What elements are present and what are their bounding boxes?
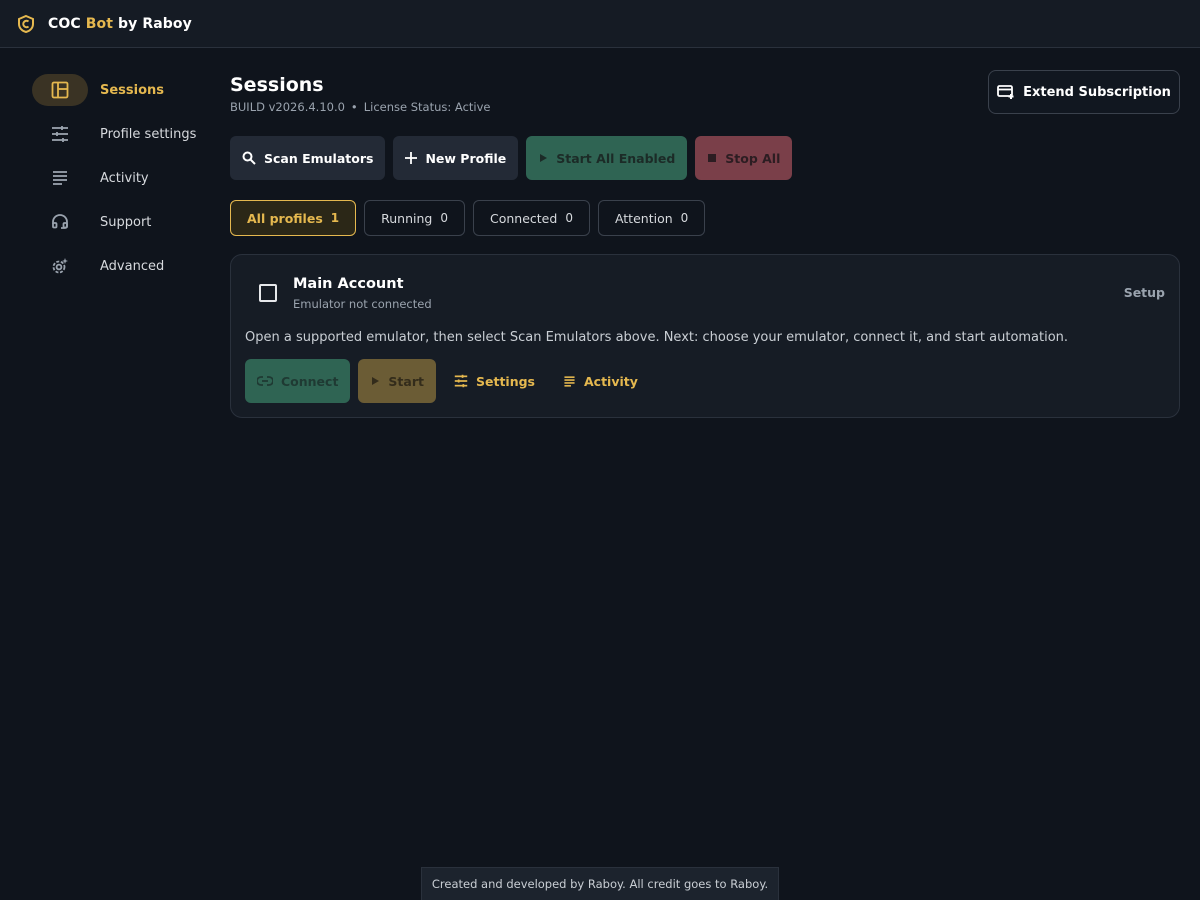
extend-subscription-button[interactable]: Extend Subscription (988, 70, 1180, 114)
start-all-enabled-button[interactable]: Start All Enabled (526, 136, 688, 180)
headset-icon (32, 206, 88, 238)
main-content: Sessions BUILD v2026.4.10.0 • License St… (230, 70, 1180, 418)
filter-label: All profiles (247, 210, 323, 226)
sidebar-item-label: Profile settings (100, 126, 197, 142)
filter-connected[interactable]: Connected 0 (473, 200, 590, 236)
card-plus-icon (997, 84, 1015, 100)
filter-count: 0 (440, 211, 448, 225)
scan-emulators-button[interactable]: Scan Emulators (230, 136, 386, 180)
filter-attention[interactable]: Attention 0 (597, 200, 706, 236)
stop-all-button[interactable]: Stop All (695, 136, 793, 180)
filter-count: 0 (565, 211, 573, 225)
start-label: Start (388, 373, 424, 389)
filter-label: Running (381, 210, 433, 226)
setup-link[interactable]: Setup (1124, 285, 1165, 300)
sliders-icon (32, 118, 88, 150)
sidebar-item-label: Support (100, 214, 152, 230)
sidebar-item-activity[interactable]: Activity (32, 156, 212, 200)
filter-label: Connected (490, 210, 558, 226)
start-all-enabled-label: Start All Enabled (556, 150, 676, 166)
list-icon (32, 162, 88, 194)
filter-count: 1 (330, 211, 340, 225)
license-status: License Status: Active (363, 100, 491, 114)
list-icon (563, 375, 576, 388)
connect-label: Connect (281, 373, 339, 389)
sidebar-item-label: Advanced (100, 258, 165, 274)
sidebar-item-support[interactable]: Support (32, 200, 212, 244)
sidebar-nav: Sessions Profile settings Activity Suppo… (32, 68, 212, 288)
new-profile-label: New Profile (425, 150, 507, 166)
extend-subscription-label: Extend Subscription (1023, 84, 1171, 100)
profile-checkbox[interactable] (259, 284, 277, 302)
sidebar-item-sessions[interactable]: Sessions (32, 68, 212, 112)
build-version: BUILD v2026.4.10.0 (230, 100, 345, 114)
activity-button[interactable]: Activity (553, 359, 648, 403)
filter-all-profiles[interactable]: All profiles 1 (230, 200, 357, 236)
plus-icon (405, 152, 418, 164)
settings-label: Settings (475, 373, 535, 389)
gear-sparkle-icon (32, 250, 88, 282)
dashboard-icon (32, 74, 88, 106)
sidebar-item-label: Activity (100, 170, 149, 186)
new-profile-button[interactable]: New Profile (393, 136, 519, 180)
start-button[interactable]: Start (358, 359, 436, 403)
stop-icon (707, 153, 717, 163)
connect-button[interactable]: Connect (245, 359, 351, 403)
sliders-icon (454, 374, 468, 388)
shield-logo-icon (16, 14, 36, 34)
footer-credit: Created and developed by Raboy. All cred… (421, 867, 779, 900)
scan-emulators-label: Scan Emulators (264, 150, 374, 166)
filter-running[interactable]: Running 0 (364, 200, 465, 236)
sidebar-item-profile-settings[interactable]: Profile settings (32, 112, 212, 156)
sidebar-item-label: Sessions (100, 82, 165, 98)
stop-all-label: Stop All (725, 150, 781, 166)
filter-count: 0 (680, 211, 689, 225)
profile-actions: Connect Start Settings Activity (245, 359, 648, 403)
action-toolbar: Scan Emulators New Profile Start All Ena… (230, 136, 793, 180)
app-title: COC Bot by Raboy (48, 15, 192, 32)
profile-card: Main Account Emulator not connected Setu… (230, 254, 1180, 418)
sidebar-item-advanced[interactable]: Advanced (32, 244, 212, 288)
profile-name: Main Account (293, 276, 404, 292)
settings-button[interactable]: Settings (444, 359, 545, 403)
activity-label: Activity (584, 373, 638, 389)
separator-dot: • (350, 100, 358, 114)
filter-label: Attention (614, 210, 673, 226)
profile-description: Open a supported emulator, then select S… (245, 330, 1069, 345)
link-icon (257, 376, 273, 386)
top-bar: COC Bot by Raboy (0, 0, 1200, 48)
filter-tabs: All profiles 1 Running 0 Connected 0 Att… (230, 200, 706, 236)
profile-status: Emulator not connected (293, 297, 432, 311)
play-icon (370, 376, 380, 386)
play-icon (538, 153, 548, 163)
search-icon (242, 151, 256, 165)
